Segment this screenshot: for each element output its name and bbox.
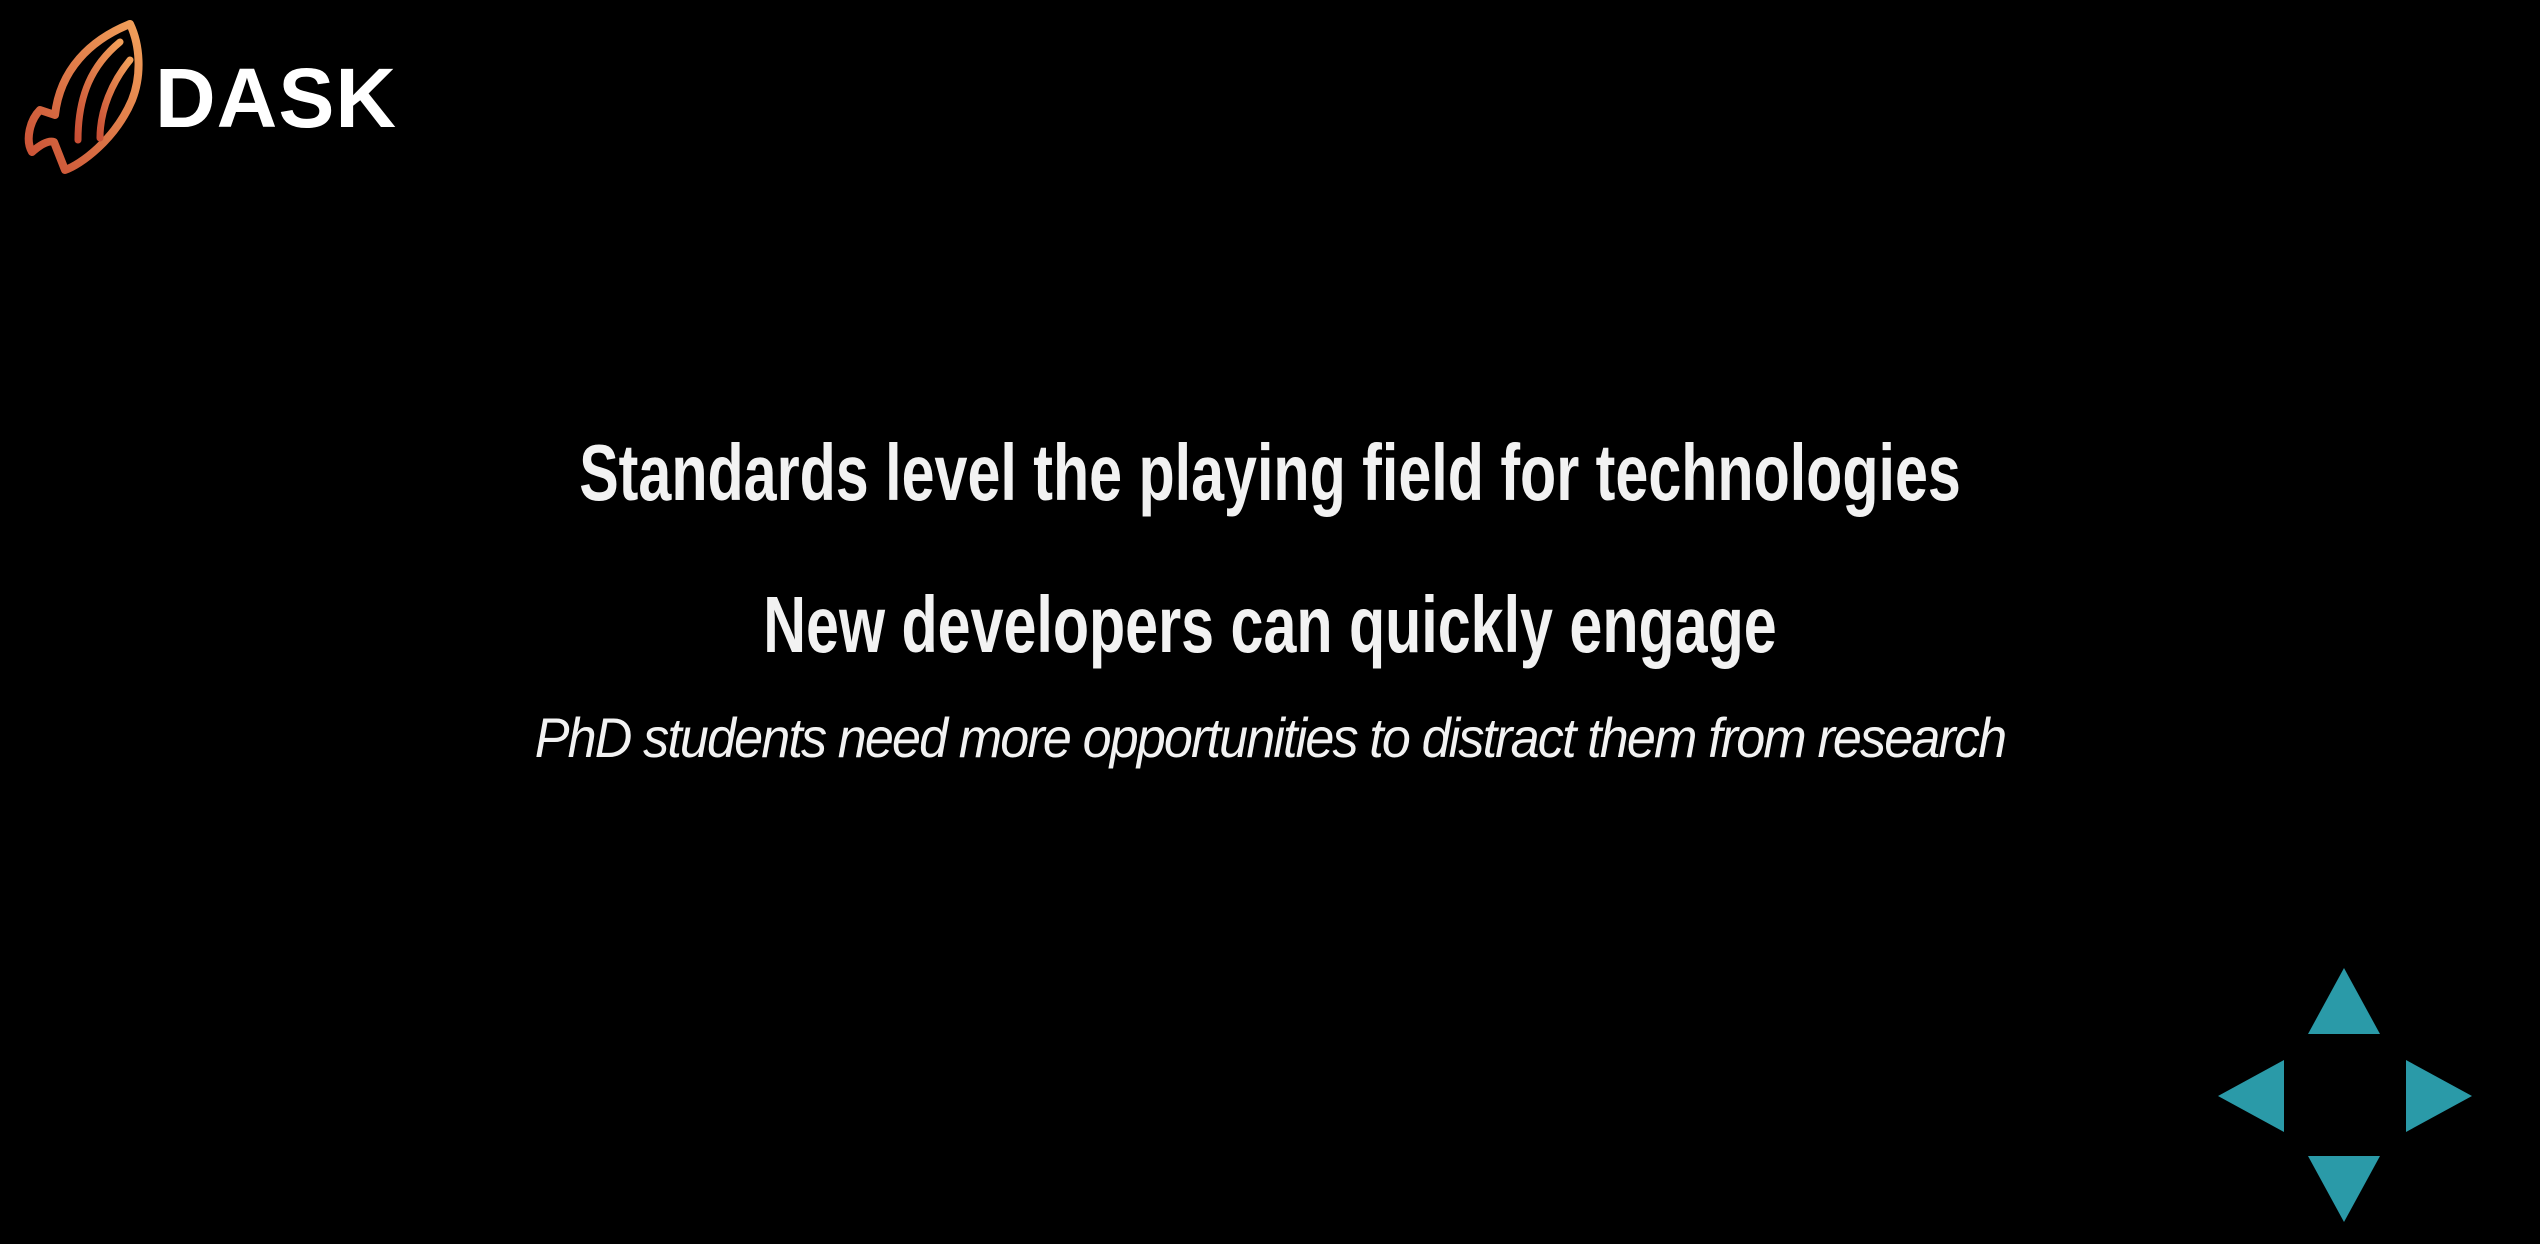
dask-logo-text: DASK xyxy=(155,50,398,145)
arrow-up-icon[interactable] xyxy=(2308,968,2380,1034)
arrow-down-icon[interactable] xyxy=(2308,1156,2380,1222)
dask-logo-icon xyxy=(24,20,143,174)
slide-navigation xyxy=(2218,968,2472,1224)
arrow-left-icon[interactable] xyxy=(2218,1060,2284,1132)
dask-logo: DASK xyxy=(20,20,397,175)
slide-line-1: Standards level the playing field for te… xyxy=(579,428,1961,517)
arrow-right-icon[interactable] xyxy=(2406,1060,2472,1132)
slide-line-3: PhD students need more opportunities to … xyxy=(534,706,2007,769)
slide: DASK Standards level the playing field f… xyxy=(0,0,2540,1244)
slide-line-2: New developers can quickly engage xyxy=(763,580,1777,669)
